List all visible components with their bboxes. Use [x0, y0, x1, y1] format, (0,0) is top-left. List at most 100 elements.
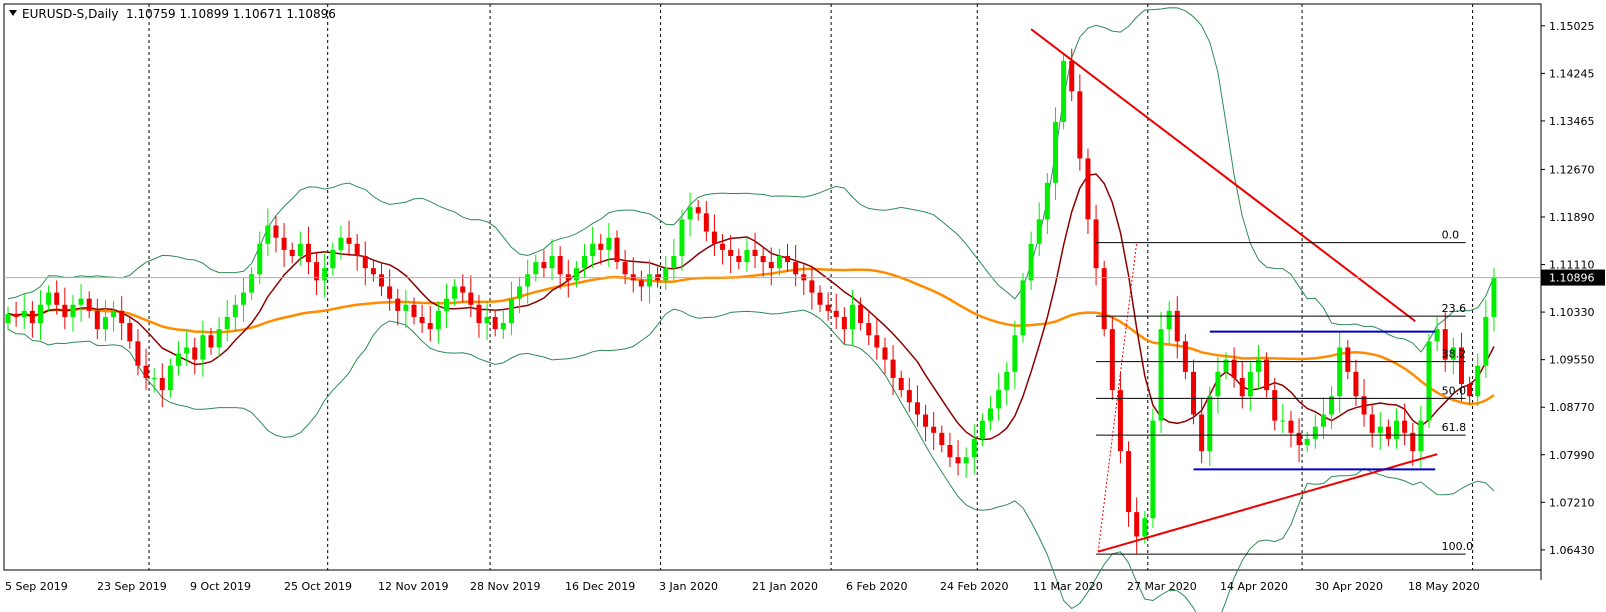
candle-body — [1085, 158, 1091, 220]
date-tick-label: 6 Feb 2020 — [846, 580, 907, 593]
candle-body — [379, 274, 385, 287]
candle-body — [297, 243, 303, 256]
candle-body — [1093, 219, 1099, 269]
fib-level-label: 61.8 — [1442, 421, 1467, 434]
candle-body — [1044, 182, 1050, 220]
candle-body — [996, 390, 1002, 409]
candle-body — [1369, 414, 1375, 433]
candle-body — [5, 313, 11, 324]
candle-body — [679, 219, 685, 256]
candle-body — [492, 316, 498, 330]
candle-body — [476, 304, 482, 324]
candle-body — [289, 249, 295, 256]
candle-body — [1061, 60, 1067, 122]
date-tick-label: 14 Apr 2020 — [1220, 580, 1288, 593]
candle-body — [1215, 371, 1221, 397]
date-tick-label: 25 Oct 2019 — [284, 580, 352, 593]
candle-body — [1207, 396, 1213, 452]
candle-body — [1142, 518, 1148, 537]
symbol-label: EURUSD-S,Daily — [22, 7, 118, 21]
candle-body — [249, 274, 255, 293]
candle-body — [785, 255, 791, 263]
fib-level-label: 0.0 — [1442, 229, 1460, 242]
candle-body — [273, 225, 279, 238]
candle-body — [1483, 316, 1489, 366]
candle-body — [874, 335, 880, 348]
candle-body — [257, 243, 263, 275]
candle-body — [923, 414, 929, 427]
candle-body — [265, 225, 271, 244]
candle-body — [435, 310, 441, 330]
candle-body — [1394, 420, 1400, 439]
candle-body — [362, 255, 368, 269]
date-tick-label: 18 May 2020 — [1408, 580, 1480, 593]
candle-body — [232, 304, 238, 317]
candle-body — [1353, 371, 1359, 397]
candle-body — [1036, 219, 1042, 244]
candle-body — [525, 274, 531, 287]
candle-body — [135, 341, 141, 366]
candle-body — [159, 377, 165, 391]
candle-body — [21, 310, 27, 317]
candle-body — [1069, 60, 1075, 92]
candle-body — [184, 347, 190, 354]
candle-body — [809, 280, 815, 293]
candle-body — [460, 286, 466, 293]
candle-body — [419, 316, 425, 324]
candle-body — [793, 262, 799, 275]
candle-body — [1272, 390, 1278, 421]
price-tick-label: 1.09550 — [1549, 354, 1595, 367]
candle-body — [192, 347, 198, 360]
candle-body — [411, 304, 417, 317]
candle-body — [914, 402, 920, 415]
candle-body — [354, 243, 360, 256]
price-tick-label: 1.08770 — [1549, 401, 1595, 414]
date-tick-label: 16 Dec 2019 — [565, 580, 635, 593]
candle-body — [1337, 347, 1343, 397]
candle-body — [1385, 426, 1391, 439]
candle-body — [541, 262, 547, 269]
date-tick-label: 5 Sep 2019 — [5, 580, 68, 593]
candle-body — [143, 365, 149, 378]
candle-body — [866, 323, 872, 336]
candle-body — [1304, 438, 1310, 446]
candle-body — [1126, 451, 1132, 513]
candle-body — [744, 249, 750, 263]
candle-body — [176, 353, 182, 366]
candle-body — [111, 310, 117, 317]
candle-body — [86, 298, 92, 311]
price-tick-label: 1.14245 — [1549, 67, 1595, 80]
candle-body — [614, 237, 620, 263]
candle-body — [508, 298, 514, 324]
price-chart[interactable]: 0.0 23.6 38.2 50.0 61.8 100.0 1.15025 1.14245 1… — [0, 0, 1606, 612]
candle-body — [387, 286, 393, 299]
candle-body — [703, 213, 709, 232]
candle-body — [849, 304, 855, 330]
candle-body — [590, 243, 596, 256]
candle-body — [882, 347, 888, 360]
candle-body — [833, 310, 839, 317]
candle-body — [1377, 426, 1383, 433]
price-tick-label: 1.07990 — [1549, 449, 1595, 462]
candle-body — [1166, 310, 1172, 330]
candle-body — [752, 249, 758, 256]
candle-body — [1028, 243, 1034, 281]
candle-body — [557, 255, 563, 275]
candle-body — [582, 255, 588, 269]
candle-body — [1280, 420, 1286, 422]
candle-body — [468, 292, 474, 305]
candle-body — [858, 304, 864, 324]
candle-body — [224, 316, 230, 330]
candle-body — [330, 249, 336, 269]
candle-body — [663, 268, 669, 281]
fib-level-label: 38.2 — [1442, 348, 1467, 361]
candle-body — [370, 268, 376, 275]
price-tick-label: 1.15025 — [1549, 20, 1595, 33]
candle-body — [54, 292, 60, 305]
candle-body — [817, 292, 823, 305]
candle-body — [687, 207, 693, 220]
candle-body — [151, 377, 157, 379]
candle-body — [119, 310, 125, 324]
date-tick-label: 28 Nov 2019 — [470, 580, 540, 593]
candle-body — [1288, 420, 1294, 433]
